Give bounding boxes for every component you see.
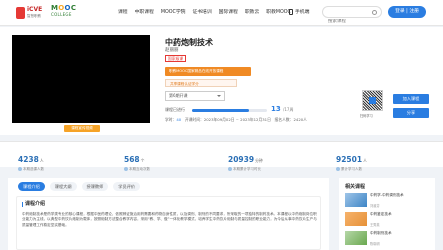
- course-dates: 开课时间：2023年09月02日 ~ 2023年12月31日: [184, 117, 271, 122]
- course-hero: 课程宣传视频 中药炮制技术 赵丽丽 国家级课 职教MOOC国家精品在线开放课程 …: [0, 27, 443, 135]
- user-icon: [18, 167, 22, 171]
- stat-label: 本期累计学习时长: [233, 167, 261, 171]
- icve-logo-icon: [16, 7, 25, 19]
- enrollment-count: 报名人数：2420人: [274, 117, 307, 122]
- course-video-caption: 课程宣传视频: [64, 125, 100, 132]
- stat-unit: 个: [140, 158, 145, 163]
- course-thumbnail: [345, 212, 367, 226]
- icve-logo[interactable]: iCVE 智慧职教: [16, 6, 50, 21]
- description-body: 中药炮制技术是药学类专业的核心课程，根据中医药理论，依照辨证施治用药需要和药物自…: [22, 212, 317, 227]
- nav-item-courses[interactable]: 课程: [118, 8, 128, 15]
- related-course-item[interactable]: 中药制剂技术 陈晓明: [345, 231, 433, 247]
- course-thumbnail: [345, 231, 367, 245]
- stat-interactions: 568个 本期互动次数: [124, 147, 150, 172]
- stat-unit: 分钟: [255, 158, 263, 163]
- nav-item-international-courses[interactable]: 国际课程: [219, 8, 238, 15]
- users-icon: [336, 167, 340, 171]
- search-input[interactable]: [328, 19, 376, 24]
- stat-study-time: 20939分钟 本期累计学习时长: [228, 147, 263, 172]
- main-nav: 课程 中职课程 MOOC学院 证书培训 国际课程 职教云 职教MOOC: [118, 8, 291, 15]
- course-description: 课程介绍 中药炮制技术是药学类专业的核心课程，根据中医药理论，依照辨证施治用药需…: [16, 196, 321, 250]
- top-nav: iCVE 智慧职教 MOOC COLLEGE 课程 中职课程 MOOC学院 证书…: [0, 0, 443, 26]
- national-course-tag: 国家级课: [165, 55, 187, 62]
- nav-item-zhijiaoyun[interactable]: 职教云: [245, 8, 259, 15]
- chevron-down-icon: [217, 95, 221, 97]
- tab-course-intro[interactable]: 课程介绍: [18, 182, 45, 191]
- mooc-college-logo[interactable]: MOOC COLLEGE: [51, 4, 81, 22]
- qr-code: [362, 90, 383, 111]
- icve-logo-subtext: 智慧职教: [27, 14, 41, 18]
- stat-unit: 人: [39, 158, 44, 163]
- chat-icon: [124, 167, 128, 171]
- mobile-app-label: 手机端: [295, 10, 310, 15]
- stat-value: 568: [124, 155, 140, 164]
- related-course-name: 中药鉴定技术: [370, 212, 392, 216]
- progress-total: /17周: [283, 107, 294, 112]
- stat-label: 累计学习人数: [341, 167, 362, 171]
- related-course-name: 中药学-中药调剂技术: [370, 193, 404, 197]
- stat-total-learners: 92501人 累计学习人数: [336, 147, 367, 172]
- course-stats: 4238人 本期选课人数 568个 本期互动次数 20939分钟 本期累计学习时…: [0, 141, 443, 171]
- session-select-value: 第6期开课: [169, 93, 188, 98]
- course-page: iCVE 智慧职教 MOOC COLLEGE 课程 中职课程 MOOC学院 证书…: [0, 0, 443, 250]
- share-button[interactable]: 分享: [393, 108, 429, 118]
- qr-code-label: 扫码学习: [360, 114, 373, 118]
- clock-icon: [228, 167, 232, 171]
- mobile-app-link[interactable]: 手机端: [289, 8, 309, 15]
- stat-unit: 人: [363, 158, 367, 163]
- course-detail-card: 课程介绍 课程大纲 授课教师 学员评价 课程介绍 中药炮制技术是药学类专业的核心…: [8, 178, 329, 250]
- course-tabs: 课程介绍 课程大纲 授课教师 学员评价: [18, 182, 141, 191]
- course-teacher[interactable]: 赵丽丽: [165, 47, 179, 53]
- progress-label: 课程已进行: [165, 107, 185, 112]
- quality-course-banner: 职教MOOC国家精品在线开放课程: [165, 67, 251, 76]
- tab-reviews[interactable]: 学员评价: [113, 182, 141, 191]
- join-course-button[interactable]: 加入课程: [393, 94, 429, 104]
- search-icon[interactable]: [372, 9, 377, 15]
- course-video-player[interactable]: [12, 35, 150, 123]
- session-select[interactable]: 第6期开课: [165, 91, 225, 101]
- icve-logo-text: iCVE: [27, 6, 43, 13]
- tab-course-outline[interactable]: 课程大纲: [49, 182, 77, 191]
- phone-icon: [289, 8, 293, 15]
- related-course-name: 中药制剂技术: [370, 231, 392, 235]
- related-courses: 相关课程 中药学-中药调剂技术 刘淑芬 中药鉴定技术 王秀英 中药制剂技术 陈晓…: [339, 178, 435, 250]
- stat-label: 本期互动次数: [129, 167, 150, 171]
- related-course-teacher: 刘淑芬: [370, 204, 380, 208]
- search-box: [322, 6, 382, 24]
- nav-item-mooc-college[interactable]: MOOC学院: [161, 8, 186, 15]
- hours-value: 40: [176, 117, 182, 122]
- progress-bar-fill: [192, 109, 249, 112]
- progress-bar: [192, 109, 267, 112]
- related-course-teacher: 陈晓明: [370, 242, 380, 246]
- mooc-logo-text: MOOC: [51, 4, 77, 12]
- description-title: 课程介绍: [22, 202, 45, 207]
- stat-enrolled: 4238人 本期选课人数: [18, 147, 44, 172]
- stat-value: 92501: [336, 155, 363, 164]
- nav-item-zhijiao-mooc[interactable]: 职教MOOC: [266, 8, 291, 15]
- related-courses-title: 相关课程: [345, 184, 366, 190]
- hours-label: 学时：: [165, 117, 177, 122]
- nav-item-certificate-training[interactable]: 证书培训: [192, 8, 211, 15]
- stat-value: 20939: [228, 155, 255, 164]
- course-thumbnail: [345, 193, 367, 207]
- stat-value: 4238: [18, 155, 39, 164]
- stat-label: 本期选课人数: [23, 167, 44, 171]
- progress-value: 13: [271, 105, 281, 113]
- mooc-logo-subtext: COLLEGE: [51, 12, 72, 17]
- credit-course-banner: 共享课程认证学分: [165, 79, 237, 87]
- nav-item-secondary-courses[interactable]: 中职课程: [135, 8, 154, 15]
- tab-teachers[interactable]: 授课教师: [81, 182, 109, 191]
- related-course-teacher: 王秀英: [370, 223, 380, 227]
- related-course-item[interactable]: 中药学-中药调剂技术 刘淑芬: [345, 193, 433, 209]
- login-register-button[interactable]: 登录 | 注册: [388, 6, 426, 18]
- related-course-item[interactable]: 中药鉴定技术 王秀英: [345, 212, 433, 228]
